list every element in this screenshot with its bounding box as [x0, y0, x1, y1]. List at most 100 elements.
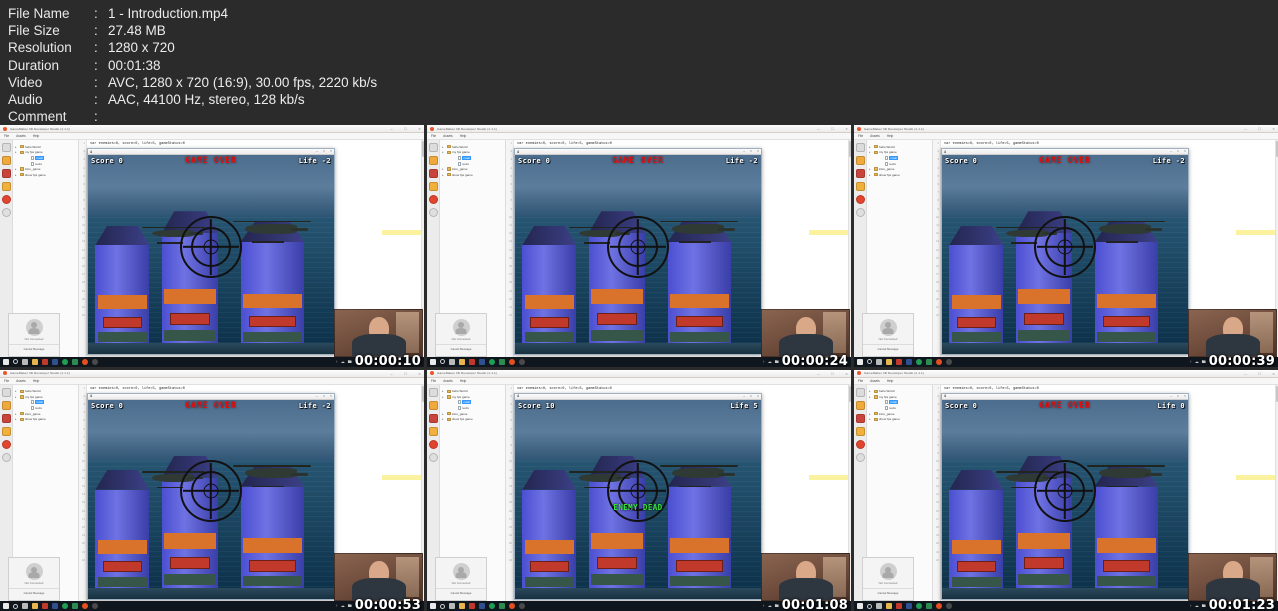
tray-network-icon[interactable]: 🖿 — [775, 603, 779, 609]
app-orange-icon[interactable] — [936, 358, 942, 365]
app-orange-icon[interactable] — [82, 358, 88, 365]
message-panel[interactable]: Not Connected Cancel Message — [8, 312, 60, 357]
menu-item-assets[interactable]: Assets — [16, 379, 26, 383]
file-explorer-icon[interactable] — [459, 603, 465, 609]
asset-tree-item[interactable]: ▸ show fps game — [442, 172, 505, 178]
system-tray[interactable]: ↑ ☁ 🖿 00:01:08 — [763, 599, 851, 611]
window-controls[interactable]: – □ × — [1243, 371, 1276, 376]
maximize-icon[interactable]: □ — [1257, 371, 1262, 376]
rail-settings-icon[interactable] — [428, 452, 438, 462]
app-green-icon[interactable] — [62, 358, 68, 365]
close-icon[interactable]: × — [417, 371, 422, 376]
rail-build-icon[interactable] — [1, 182, 11, 191]
app-green-icon[interactable] — [62, 603, 68, 609]
app-teal-icon[interactable] — [499, 358, 505, 365]
tray-network-icon[interactable]: 🖿 — [1202, 359, 1206, 365]
game-minimize-icon[interactable]: – — [316, 394, 318, 399]
tray-expand-icon[interactable]: ↑ — [1190, 359, 1192, 365]
game-preview-window[interactable]: 4 – □ × Score 0 Life -2 GAME OVER — [514, 148, 762, 355]
app-teal-icon[interactable] — [926, 358, 932, 365]
rail-build-icon[interactable] — [428, 182, 438, 191]
game-maximize-icon[interactable]: □ — [323, 394, 325, 399]
search-icon[interactable] — [13, 603, 18, 609]
rail-open-folder-icon[interactable] — [855, 156, 865, 165]
minimize-icon[interactable]: – — [389, 126, 394, 131]
rail-open-folder-icon[interactable] — [428, 156, 438, 165]
minimize-icon[interactable]: – — [1243, 126, 1248, 131]
file-explorer-icon[interactable] — [32, 358, 38, 365]
game-close-icon[interactable]: × — [1184, 149, 1186, 154]
message-panel[interactable]: Not Connected Cancel Message — [435, 557, 487, 601]
minimize-icon[interactable]: – — [816, 126, 821, 131]
game-window-controls[interactable]: – □ × — [743, 394, 759, 399]
app-orange-icon[interactable] — [82, 603, 88, 609]
rail-new-icon[interactable] — [855, 143, 865, 152]
rail-build-icon[interactable] — [855, 426, 865, 436]
app-gray-icon[interactable] — [946, 358, 952, 365]
windows-taskbar[interactable]: ↑ ☁ 🖿 00:00:53 — [0, 599, 424, 611]
tray-network-icon[interactable]: 🖿 — [1202, 603, 1206, 609]
tray-cloud-icon[interactable]: ☁ — [768, 359, 772, 365]
game-maximize-icon[interactable]: □ — [1177, 394, 1179, 399]
rail-build-icon[interactable] — [1, 426, 11, 436]
game-close-icon[interactable]: × — [1184, 394, 1186, 399]
menu-item-assets[interactable]: Assets — [16, 134, 26, 138]
tray-network-icon[interactable]: 🖿 — [348, 359, 352, 365]
menu-item-assets[interactable]: Assets — [870, 134, 880, 138]
rail-settings-icon[interactable] — [428, 208, 438, 217]
tree-expand-icon[interactable]: ▸ — [869, 412, 872, 416]
maximize-icon[interactable]: □ — [830, 371, 835, 376]
windows-taskbar[interactable]: ↑ ☁ 🖿 00:00:10 — [0, 355, 424, 367]
rail-new-icon[interactable] — [855, 387, 865, 397]
tree-expand-icon[interactable]: ▸ — [15, 395, 18, 399]
rail-stop-icon[interactable] — [1, 195, 11, 204]
ide-menubar[interactable]: File Assets Help — [427, 377, 851, 385]
game-preview-window[interactable]: 4 – □ × Score 0 Life -2 GAME OVER — [87, 392, 335, 600]
rail-settings-icon[interactable] — [855, 208, 865, 217]
rail-save-icon[interactable] — [1, 413, 11, 423]
rail-save-icon[interactable] — [428, 413, 438, 423]
windows-taskbar[interactable]: ↑ ☁ 🖿 00:00:24 — [427, 355, 851, 367]
game-close-icon[interactable]: × — [757, 149, 759, 154]
tree-expand-icon[interactable]: ▸ — [15, 145, 18, 149]
app-green-icon[interactable] — [489, 603, 495, 609]
tree-expand-icon[interactable]: ▸ — [15, 412, 18, 416]
game-maximize-icon[interactable]: □ — [750, 394, 752, 399]
rail-open-folder-icon[interactable] — [1, 156, 11, 165]
minimize-icon[interactable]: – — [816, 371, 821, 376]
tray-cloud-icon[interactable]: ☁ — [1195, 603, 1199, 609]
search-icon[interactable] — [440, 359, 445, 364]
system-tray[interactable]: ↑ ☁ 🖿 00:00:10 — [336, 355, 424, 367]
app-blue-icon[interactable] — [52, 603, 58, 609]
ide-menubar[interactable]: File Assets Help — [0, 377, 424, 385]
game-preview-window[interactable]: 4 – □ × Score 0 Life 0 GAME OVER — [941, 392, 1189, 600]
windows-taskbar[interactable]: ↑ ☁ 🖿 00:00:39 — [854, 355, 1278, 367]
app-red-icon[interactable] — [42, 358, 48, 365]
game-preview-window[interactable]: 4 – □ × Score 0 Life -2 GAME OVER — [941, 148, 1189, 355]
tray-cloud-icon[interactable]: ☁ — [341, 603, 345, 609]
message-panel[interactable]: Not Connected Cancel Message — [862, 312, 914, 357]
file-explorer-icon[interactable] — [886, 358, 892, 365]
tree-expand-icon[interactable]: ▸ — [869, 150, 872, 154]
app-green-icon[interactable] — [916, 358, 922, 365]
asset-tree-item[interactable]: ▸ show fps game — [442, 416, 505, 422]
game-window-controls[interactable]: – □ × — [1170, 394, 1186, 399]
tree-expand-icon[interactable]: ▸ — [869, 395, 872, 399]
search-icon[interactable] — [440, 603, 445, 609]
tree-expand-icon[interactable]: ▸ — [442, 167, 445, 171]
window-controls[interactable]: – □ × — [1243, 126, 1276, 131]
video-thumbnail-5[interactable]: GameMaker 3D Developer Studio (1.1.1) – … — [427, 369, 851, 611]
menu-item-assets[interactable]: Assets — [443, 134, 453, 138]
ide-menubar[interactable]: File Assets Help — [0, 133, 424, 140]
windows-taskbar[interactable]: ↑ ☁ 🖿 00:01:23 — [854, 599, 1278, 611]
menu-item-help[interactable]: Help — [460, 134, 467, 138]
game-preview-window[interactable]: 4 – □ × Score 0 Life -2 GAME OVER — [87, 148, 335, 355]
task-view-icon[interactable] — [876, 603, 882, 609]
tray-network-icon[interactable]: 🖿 — [348, 603, 352, 609]
game-window-controls[interactable]: – □ × — [316, 149, 332, 154]
app-gray-icon[interactable] — [92, 358, 98, 365]
cancel-message-button[interactable]: Cancel Message — [436, 588, 486, 595]
maximize-icon[interactable]: □ — [1257, 126, 1262, 131]
tray-cloud-icon[interactable]: ☁ — [1195, 359, 1199, 365]
close-icon[interactable]: × — [844, 126, 849, 131]
